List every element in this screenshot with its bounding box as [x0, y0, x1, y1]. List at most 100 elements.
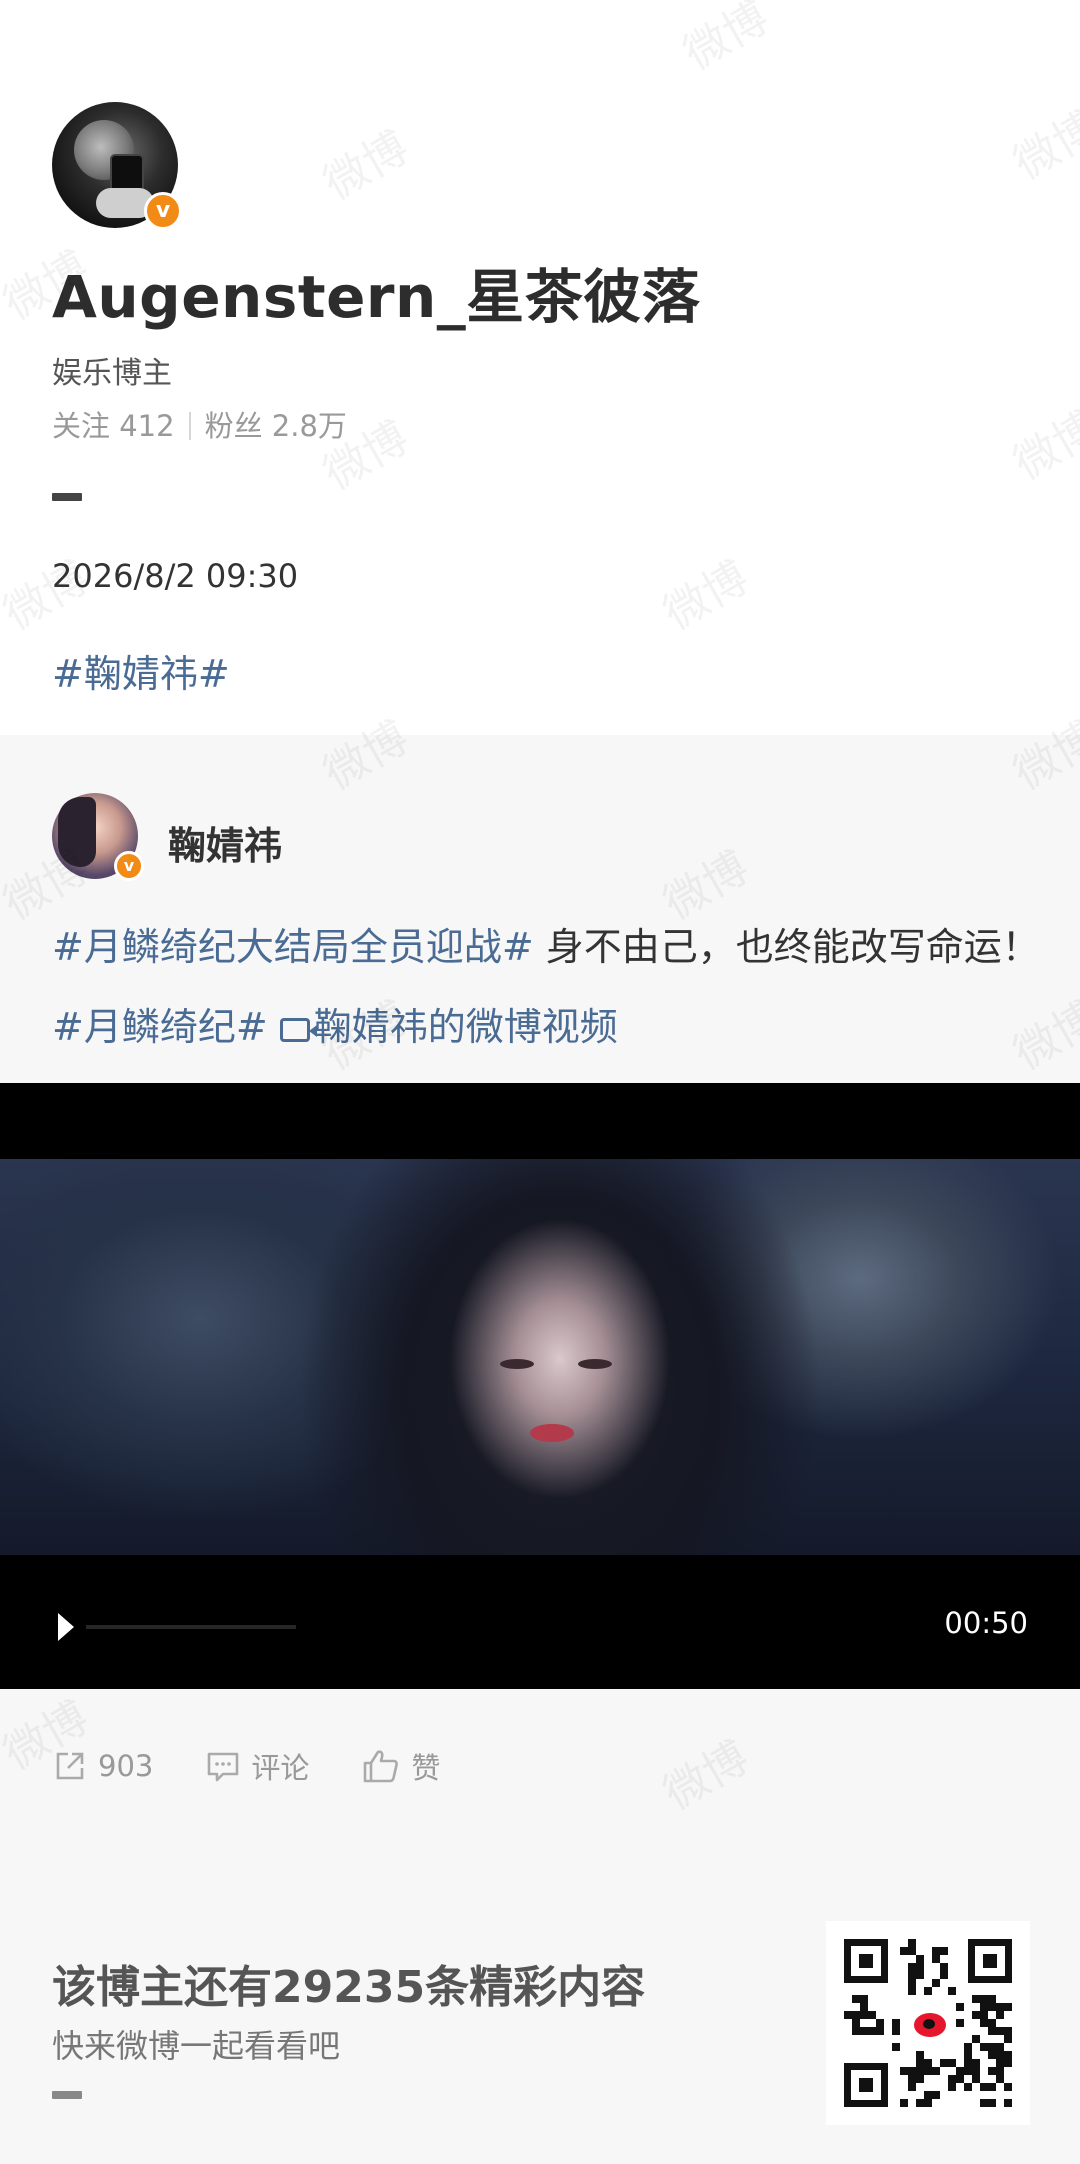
promo-title: 该博主还有29235条精彩内容: [52, 1962, 646, 2013]
video-player[interactable]: 00:50: [0, 1083, 1080, 1689]
qr-module: [964, 2059, 972, 2067]
qr-module: [892, 2043, 900, 2051]
qr-module: [908, 1971, 916, 1979]
avatar-hair: [58, 797, 96, 867]
qr-module: [900, 1947, 908, 1955]
repost-icon: [56, 1752, 84, 1780]
qr-module: [996, 2027, 1004, 2035]
video-link[interactable]: 鞠婧祎的微博视频: [279, 1005, 618, 1049]
section-dash: [52, 493, 82, 501]
qr-module: [956, 2067, 964, 2075]
like-button[interactable]: 赞: [361, 1745, 440, 1787]
comment-label: 评论: [251, 1751, 310, 1785]
original-author-name[interactable]: 鞠婧祎: [168, 815, 282, 870]
promo-subtitle: 快来微博一起看看吧: [52, 2027, 341, 2065]
poster-name[interactable]: Augenstern_星茶彼落: [52, 250, 700, 334]
qr-module: [988, 2067, 996, 2075]
frame-eye-right: [578, 1359, 612, 1369]
qr-module: [876, 2019, 884, 2027]
poster-avatar[interactable]: v: [52, 102, 182, 230]
qr-module: [1004, 2003, 1012, 2011]
qr-module: [908, 2083, 916, 2091]
poster-header: v Augenstern_星茶彼落 娱乐博主 关注 412 粉丝 2.8万 202…: [0, 0, 1080, 735]
qr-module: [988, 2019, 996, 2027]
qr-module: [924, 1987, 932, 1995]
qr-module: [980, 1995, 988, 2003]
qr-module: [916, 2059, 924, 2067]
qr-module: [876, 2027, 884, 2035]
qr-module: [908, 1987, 916, 1995]
comment-button[interactable]: 评论: [205, 1745, 309, 1787]
video-progress-bar[interactable]: [86, 1625, 296, 1629]
repost-button[interactable]: 903: [52, 1748, 153, 1784]
qr-module: [860, 2011, 868, 2019]
qr-module: [972, 2035, 980, 2043]
qr-module: [996, 2043, 1004, 2051]
qr-finder: [844, 2063, 888, 2107]
frame-eye-left: [500, 1359, 534, 1369]
qr-module: [932, 2091, 940, 2099]
qr-module: [852, 2019, 860, 2027]
qr-module: [964, 2051, 972, 2059]
verified-badge-icon: v: [114, 851, 144, 881]
qr-module: [964, 2043, 972, 2051]
qr-module: [860, 2027, 868, 2035]
weibo-eye: [914, 2013, 946, 2037]
qr-module: [916, 2051, 924, 2059]
qr-finder: [844, 1939, 888, 1983]
qr-code[interactable]: [826, 1921, 1030, 2125]
qr-module: [1004, 2051, 1012, 2059]
qr-module: [844, 2011, 852, 2019]
qr-module: [900, 2067, 908, 2075]
qr-module: [980, 2083, 988, 2091]
qr-module: [924, 2059, 932, 2067]
qr-module: [980, 2011, 988, 2019]
video-frame: [0, 1159, 1080, 1555]
video-link-icon: [279, 1018, 317, 1042]
promo-section: 该博主还有29235条精彩内容 快来微博一起看看吧: [0, 1831, 1080, 2164]
reposted-card[interactable]: v 鞠婧祎 #月鳞绮纪大结局全员迎战# 身不由己，也终能改写命运！ #月鳞绮纪#…: [0, 735, 1080, 1831]
action-bar: 903 评论 赞: [52, 1741, 492, 1791]
qr-module: [956, 2075, 964, 2083]
qr-module: [948, 2075, 956, 2083]
qr-module: [932, 1979, 940, 1987]
original-author-avatar[interactable]: v: [52, 793, 144, 881]
qr-module: [860, 1995, 868, 2003]
qr-module: [908, 1963, 916, 1971]
qr-module: [972, 2011, 980, 2019]
qr-module: [908, 1979, 916, 1987]
hashtag-link[interactable]: #月鳞绮纪大结局全员迎战#: [52, 925, 534, 969]
qr-pattern: [844, 1939, 1012, 2107]
qr-module: [972, 1995, 980, 2003]
qr-module: [972, 2067, 980, 2075]
qr-module: [852, 1995, 860, 2003]
video-link-label: 鞠婧祎的微博视频: [313, 1005, 618, 1049]
post-hashtag[interactable]: #鞠婧祎#: [52, 643, 230, 698]
qr-module: [940, 1963, 948, 1971]
qr-module: [948, 2059, 956, 2067]
promo-dash: [52, 2091, 82, 2099]
qr-module: [916, 1963, 924, 1971]
qr-module: [956, 2019, 964, 2027]
qr-module: [1004, 2099, 1012, 2107]
fans-count[interactable]: 粉丝 2.8万: [205, 409, 347, 443]
qr-module: [988, 2027, 996, 2035]
qr-module: [996, 2067, 1004, 2075]
qr-module: [916, 1971, 924, 1979]
hashtag-link-2[interactable]: #月鳞绮纪#: [52, 1005, 268, 1049]
qr-module: [948, 2083, 956, 2091]
play-icon[interactable]: [58, 1613, 74, 1641]
qr-module: [964, 2083, 972, 2091]
follow-count[interactable]: 关注 412: [52, 409, 175, 443]
qr-module: [964, 2067, 972, 2075]
qr-module: [996, 2003, 1004, 2011]
qr-module: [1004, 2059, 1012, 2067]
qr-module: [980, 2043, 988, 2051]
qr-module: [988, 2051, 996, 2059]
qr-module: [1004, 2083, 1012, 2091]
comment-icon: [208, 1752, 239, 1782]
weibo-logo-icon: [906, 2001, 950, 2045]
qr-module: [908, 2075, 916, 2083]
qr-module: [940, 1971, 948, 1979]
qr-module: [860, 2003, 868, 2011]
